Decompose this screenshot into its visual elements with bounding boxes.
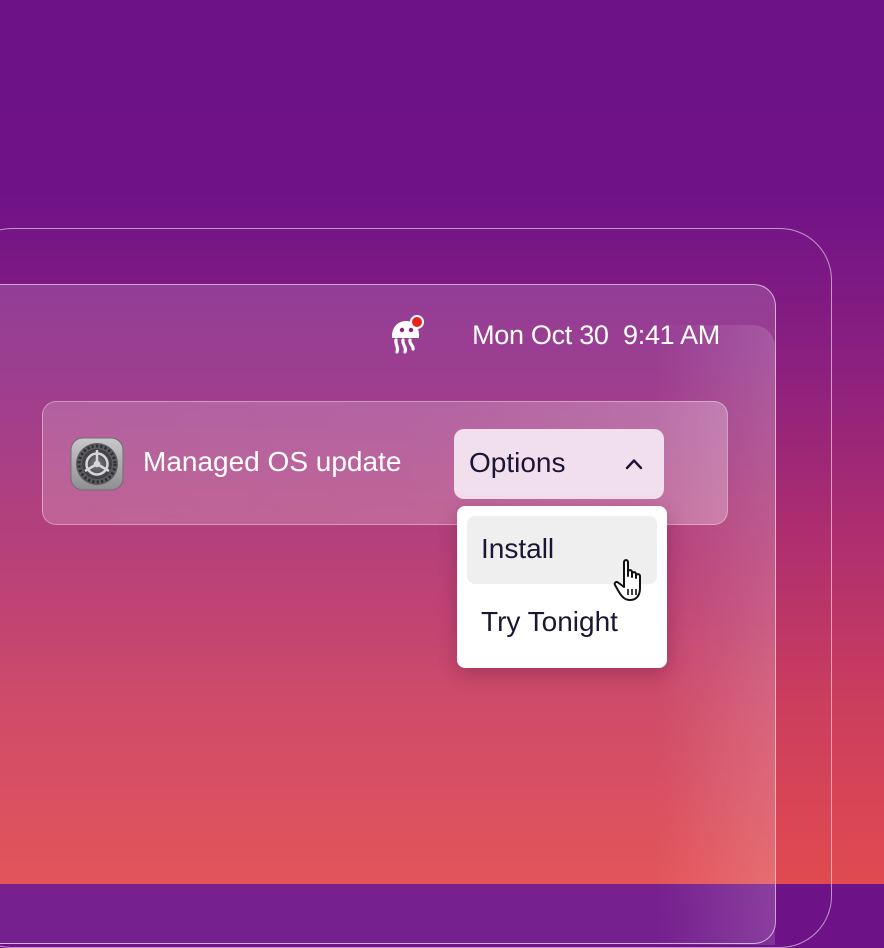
menu-bar-clock[interactable]: Mon Oct 30 9:41 AM (472, 320, 720, 351)
hand-pointer-cursor-icon (612, 556, 656, 608)
notification-title: Managed OS update (143, 446, 402, 477)
menu-bar: Mon Oct 30 9:41 AM (380, 312, 720, 362)
system-settings-gear-icon (70, 437, 124, 491)
jellyfish-agent-icon[interactable] (386, 314, 424, 354)
menu-item-install-label: Install (481, 533, 555, 564)
notification-dot-icon (410, 315, 424, 329)
menu-bar-date: Mon Oct 30 (472, 320, 609, 350)
chevron-up-icon (624, 454, 644, 474)
options-button-label: Options (469, 447, 566, 478)
options-button[interactable]: Options (454, 429, 664, 499)
menu-item-try-tonight-label: Try Tonight (481, 606, 618, 637)
menu-bar-time: 9:41 AM (623, 320, 720, 350)
